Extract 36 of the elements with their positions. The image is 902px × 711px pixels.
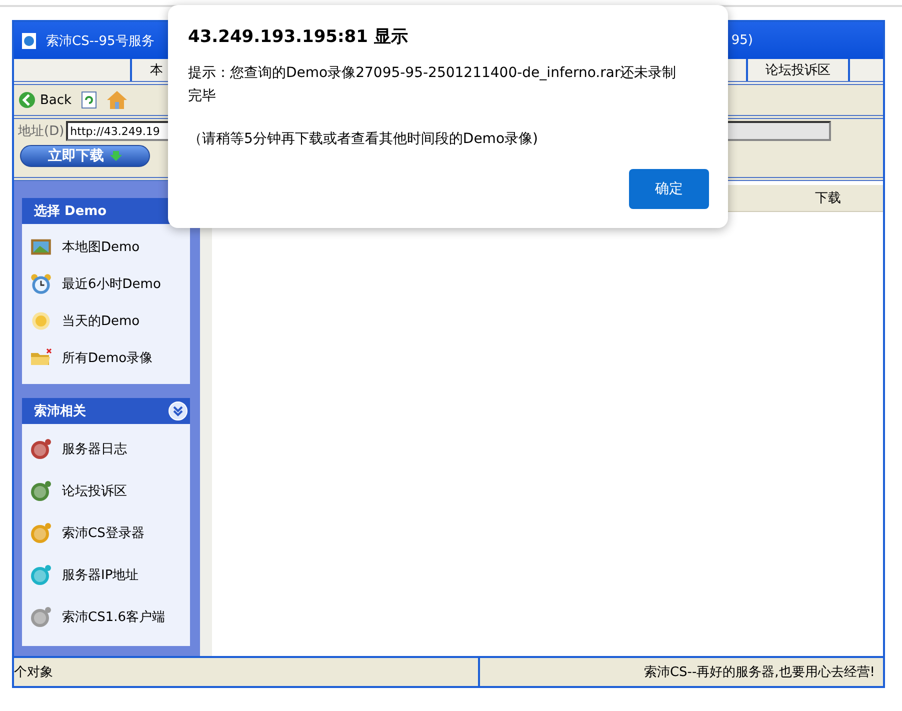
sidebar-item[interactable]: 索沛CS1.6客户端 xyxy=(22,596,190,638)
status-text: 个对象 xyxy=(14,664,53,681)
round-badge-icon xyxy=(30,564,52,586)
round-badge-icon xyxy=(30,480,52,502)
dialog-title: 43.249.193.195:81 显示 xyxy=(188,26,409,48)
panel-title: 选择 Demo xyxy=(34,203,107,220)
sidebar-item[interactable]: 索沛CS登录器 xyxy=(22,512,190,554)
sidebar-item[interactable]: 服务器日志 xyxy=(22,428,190,470)
nav-tab[interactable]: 本 xyxy=(150,61,163,79)
down-arrow-icon xyxy=(110,150,122,162)
dialog-message: （请稍等5分钟再下载或者查看其他时间段的Demo录像) xyxy=(188,130,539,149)
window-title: 95) xyxy=(731,33,753,48)
back-button[interactable]: Back xyxy=(18,91,72,109)
round-badge-icon xyxy=(30,438,52,460)
round-badge-icon xyxy=(30,522,52,544)
panel-title: 索沛相关 xyxy=(34,402,86,420)
download-button[interactable]: 立即下载 xyxy=(20,145,150,167)
window-title: 索沛CS--95号服务 xyxy=(46,32,154,50)
round-badge-icon xyxy=(30,606,52,628)
browser-page-icon xyxy=(20,32,38,50)
ok-button[interactable]: 确定 xyxy=(629,169,709,209)
address-label: 地址(D) xyxy=(18,123,64,140)
alarm-clock-icon xyxy=(30,272,52,294)
sidebar-item[interactable]: 当天的Demo xyxy=(22,302,190,339)
sidebar-item[interactable]: 论坛投诉区 xyxy=(22,470,190,512)
status-text: 索沛CS--再好的服务器,也要用心去经营! xyxy=(644,664,875,681)
sidebar-item[interactable]: 最近6小时Demo xyxy=(22,265,190,302)
sidebar-item[interactable]: 服务器IP地址 xyxy=(22,554,190,596)
refresh-icon[interactable] xyxy=(80,91,98,109)
sidebar-item[interactable]: 本地图Demo xyxy=(22,228,190,265)
sidebar-item[interactable]: 所有Demo录像 xyxy=(22,339,190,376)
dialog-message: 提示：您查询的Demo录像27095-95-2501211400-de_inferno.rar还未录制完毕 xyxy=(188,64,678,106)
sun-icon xyxy=(30,310,52,332)
collapse-icon[interactable] xyxy=(168,401,188,421)
column-header: 下载 xyxy=(815,190,841,207)
nav-tab[interactable]: 论坛投诉区 xyxy=(766,61,830,79)
